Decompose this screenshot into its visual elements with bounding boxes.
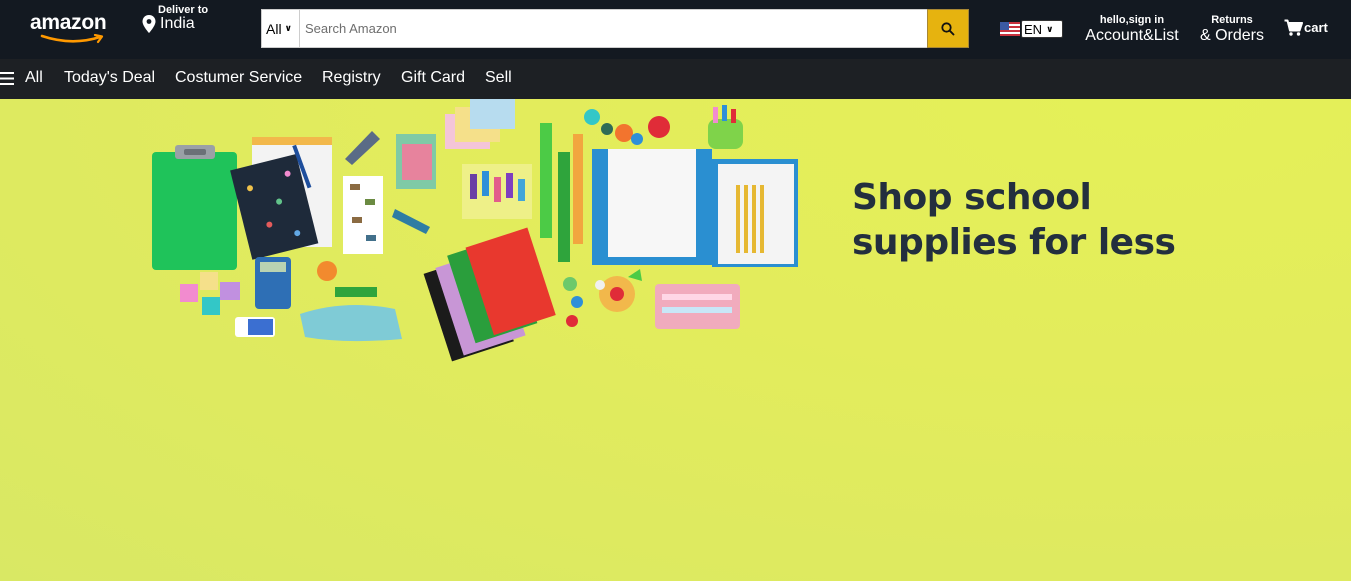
- subnav-item-all[interactable]: All: [25, 69, 43, 87]
- subnav-item-registry[interactable]: Registry: [322, 69, 381, 87]
- search-input[interactable]: [301, 10, 925, 47]
- search-category-select[interactable]: All ∨: [262, 10, 300, 47]
- subnav-item-gift-card[interactable]: Gift Card: [401, 69, 465, 87]
- location-pin-icon: [142, 15, 156, 33]
- subnav-item-customer-service[interactable]: Costumer Service: [175, 69, 302, 87]
- search-icon: [941, 21, 955, 35]
- chevron-down-icon: ∨: [1046, 23, 1054, 34]
- cart-icon: [1284, 19, 1303, 36]
- school-supplies-image: [152, 99, 798, 362]
- hero-title-line2: supplies for less: [852, 222, 1176, 263]
- hero-banner[interactable]: Shop school supplies for less: [0, 99, 1351, 581]
- search-button[interactable]: [927, 9, 969, 48]
- top-navbar: amazon Deliver to India All ∨ Search Ama…: [0, 0, 1351, 59]
- account-greeting: hello,sign in: [1099, 14, 1165, 26]
- cart-button[interactable]: cart: [1284, 19, 1328, 36]
- chevron-down-icon: ∨: [284, 23, 292, 33]
- search-bar: All ∨: [261, 9, 969, 48]
- cart-label: cart: [1304, 20, 1328, 35]
- subnav-item-sell[interactable]: Sell: [485, 69, 512, 87]
- orders-label: & Orders: [1199, 27, 1264, 44]
- amazon-logo[interactable]: amazon: [30, 11, 116, 44]
- subnav-item-todays-deal[interactable]: Today's Deal: [64, 69, 155, 87]
- hamburger-menu-icon[interactable]: [0, 72, 14, 85]
- us-flag-icon: [1000, 22, 1020, 36]
- hero-title-line1: Shop school: [852, 177, 1092, 218]
- language-value: EN: [1024, 21, 1043, 37]
- secondary-navbar: All Today's Deal Costumer Service Regist…: [0, 59, 1351, 99]
- returns-label: Returns: [1211, 14, 1253, 26]
- hero-title[interactable]: Shop school supplies for less: [852, 175, 1176, 265]
- logo-smile-icon: [40, 34, 104, 44]
- account-label: Account&List: [1085, 27, 1179, 44]
- search-category-value: All: [266, 20, 282, 37]
- language-selector[interactable]: EN ∨: [1000, 20, 1063, 38]
- language-select[interactable]: EN ∨: [1021, 20, 1063, 38]
- deliver-location: India: [160, 15, 195, 32]
- logo-text: amazon: [30, 11, 107, 34]
- account-and-lists[interactable]: hello,sign in Account&List: [1083, 13, 1181, 44]
- returns-and-orders[interactable]: Returns & Orders: [1199, 13, 1265, 44]
